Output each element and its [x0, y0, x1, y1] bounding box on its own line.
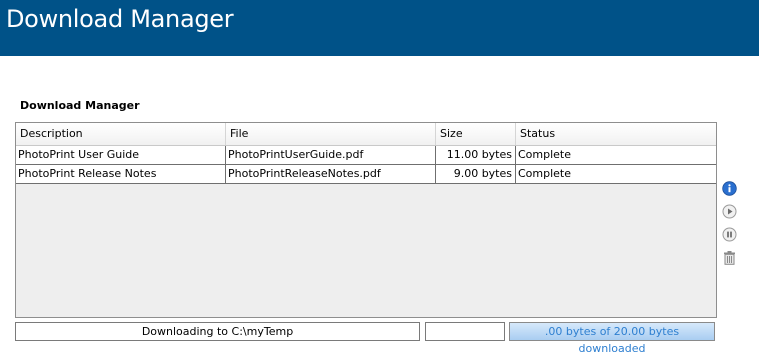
table-header: Description File Size Status [16, 123, 716, 146]
panel-title: Download Manager [20, 99, 140, 112]
column-header-status[interactable]: Status [516, 123, 716, 145]
download-location-status: Downloading to C:\myTemp [15, 322, 420, 341]
play-icon[interactable] [722, 204, 737, 219]
table-row[interactable]: PhotoPrint User Guide PhotoPrintUserGuid… [16, 146, 716, 165]
secondary-status-field [425, 322, 505, 341]
cell-file: PhotoPrintReleaseNotes.pdf [226, 165, 436, 183]
cell-size: 11.00 bytes [436, 146, 516, 164]
column-header-description[interactable]: Description [16, 123, 226, 145]
table-row[interactable]: PhotoPrint Release Notes PhotoPrintRelea… [16, 165, 716, 184]
progress-text: .00 bytes of 20.00 bytes downloaded [544, 325, 680, 355]
column-header-file[interactable]: File [226, 123, 436, 145]
cell-status: Complete [518, 167, 572, 180]
download-progress-bar: .00 bytes of 20.00 bytes downloaded [509, 322, 715, 355]
cell-size: 9.00 bytes [436, 165, 516, 183]
info-icon[interactable] [722, 181, 737, 196]
cell-file: PhotoPrintUserGuide.pdf [226, 146, 436, 164]
cell-description: PhotoPrint User Guide [16, 146, 226, 164]
trash-icon[interactable] [722, 250, 737, 265]
cell-status: Complete [518, 148, 572, 161]
column-header-size[interactable]: Size [436, 123, 516, 145]
app-banner: Download Manager [0, 0, 759, 56]
cell-description: PhotoPrint Release Notes [16, 165, 226, 183]
downloads-table[interactable]: Description File Size Status PhotoPrint … [15, 122, 717, 318]
banner-title: Download Manager [6, 5, 234, 33]
pause-icon[interactable] [722, 227, 737, 242]
